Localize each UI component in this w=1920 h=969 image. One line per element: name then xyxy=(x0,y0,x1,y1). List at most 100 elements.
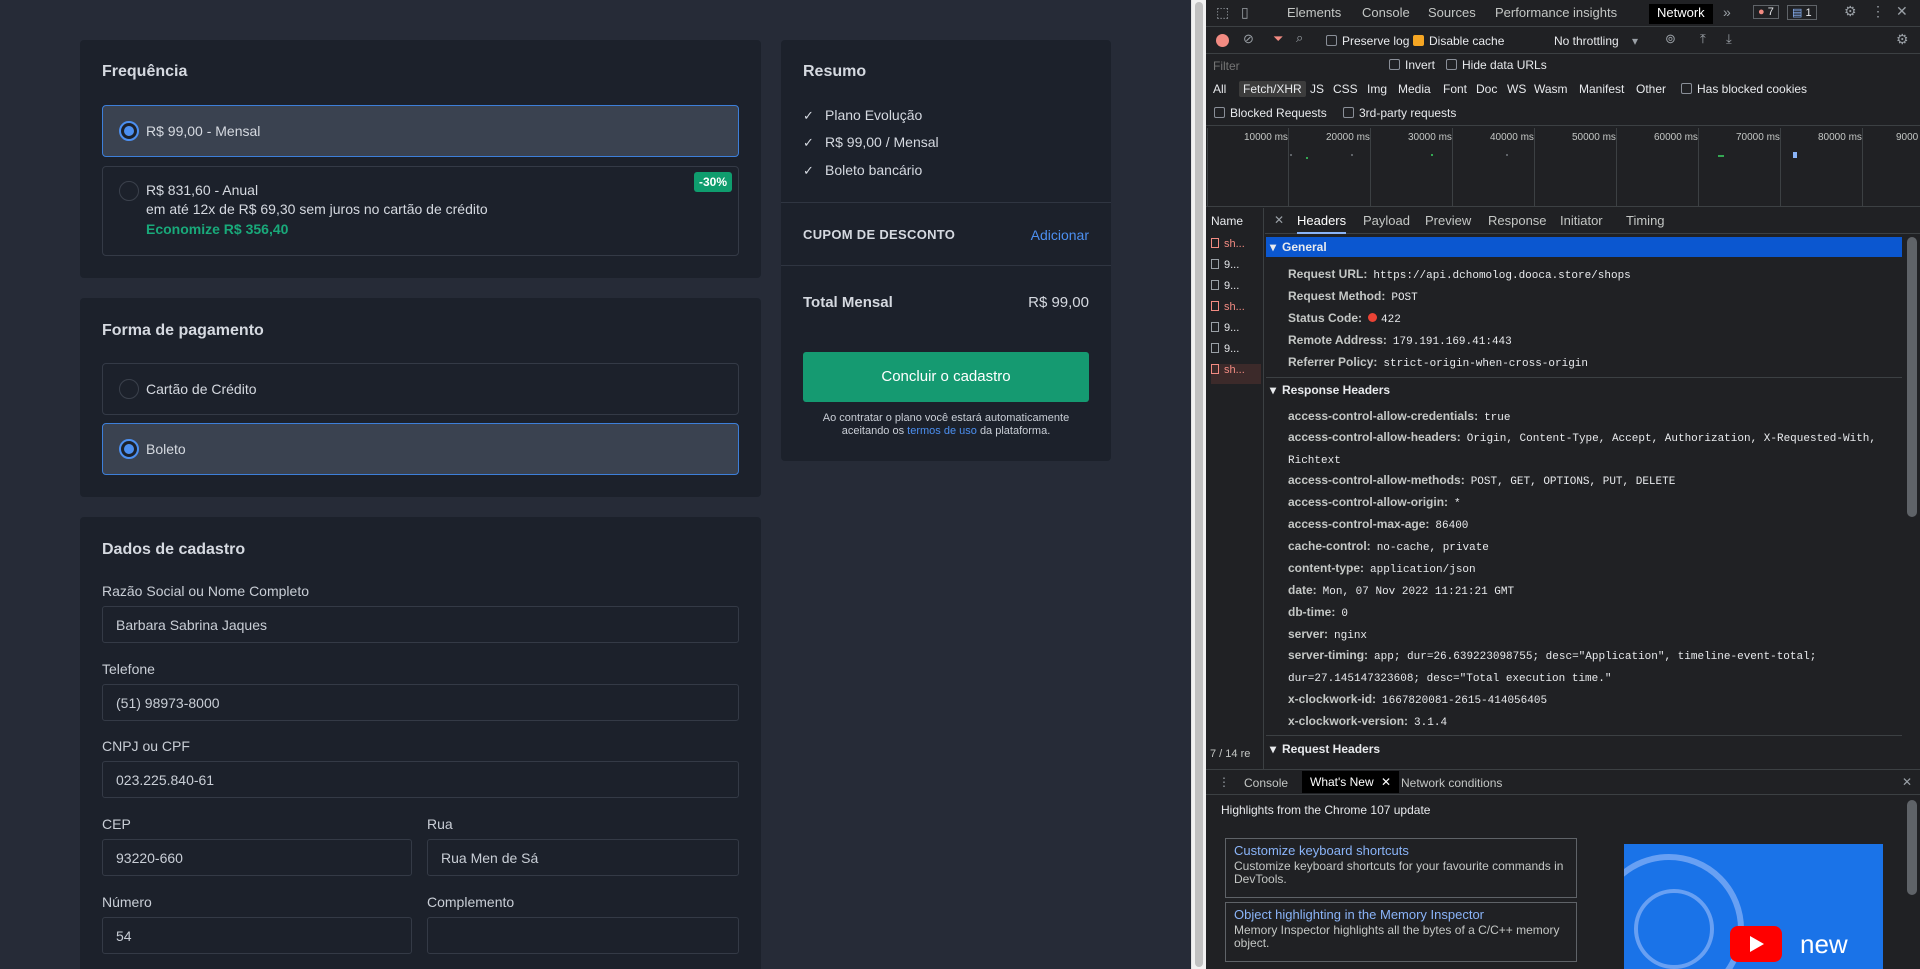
export-har-icon[interactable]: ⤓ xyxy=(1726,31,1732,47)
drawer-scrollbar[interactable] xyxy=(1907,800,1917,895)
type-media[interactable]: Media xyxy=(1398,82,1431,96)
close-drawer-icon[interactable]: ✕ xyxy=(1902,775,1912,789)
throttling-select[interactable]: No throttling ▾ xyxy=(1554,34,1638,48)
record-button[interactable] xyxy=(1216,34,1229,47)
tab-preview[interactable]: Preview xyxy=(1425,213,1471,228)
coupon-add-link[interactable]: Adicionar xyxy=(1031,227,1089,243)
request-headers-section-header[interactable]: Request Headers xyxy=(1266,739,1902,759)
youtube-play-icon[interactable] xyxy=(1730,926,1782,962)
whats-new-card-title[interactable]: Object highlighting in the Memory Inspec… xyxy=(1234,907,1568,922)
invert-checkbox[interactable]: Invert xyxy=(1389,58,1435,72)
monthly-plan-option[interactable]: R$ 99,00 - Mensal xyxy=(102,105,739,157)
boleto-radio[interactable] xyxy=(119,439,139,459)
page-scrollbar[interactable] xyxy=(1191,0,1206,969)
more-options-icon[interactable]: ⋮ xyxy=(1871,3,1885,20)
blocked-requests-checkbox[interactable]: Blocked Requests xyxy=(1214,106,1327,120)
annual-plan-option[interactable]: R$ 831,60 - Anual em até 12x de R$ 69,30… xyxy=(102,166,739,256)
cep-field[interactable]: 93220-660 xyxy=(102,839,412,876)
phone-field[interactable]: (51) 98973-8000 xyxy=(102,684,739,721)
discount-badge: -30% xyxy=(693,172,732,192)
street-field[interactable]: Rua Men de Sá xyxy=(427,839,739,876)
payment-title: Forma de pagamento xyxy=(102,322,264,339)
tab-timing[interactable]: Timing xyxy=(1626,213,1665,228)
drawer-tab-whats-new[interactable]: What's New ✕ xyxy=(1302,771,1400,793)
type-img[interactable]: Img xyxy=(1367,82,1387,96)
tab-initiator[interactable]: Initiator xyxy=(1560,213,1603,228)
type-ws[interactable]: WS xyxy=(1507,82,1526,96)
devtools-panel: ⬚ ▯ Elements Console Sources Performance… xyxy=(1206,0,1920,969)
whats-new-card[interactable]: Object highlighting in the Memory Inspec… xyxy=(1225,902,1577,962)
monthly-plan-label: R$ 99,00 - Mensal xyxy=(146,123,261,139)
close-devtools-icon[interactable]: ✕ xyxy=(1896,3,1908,20)
check-icon: ✓ xyxy=(803,135,814,150)
type-all[interactable]: All xyxy=(1213,82,1226,96)
annual-installments: em até 12x de R$ 69,30 sem juros no cart… xyxy=(146,201,488,217)
error-count-badge[interactable]: ● 7 xyxy=(1753,5,1779,19)
message-count-badge[interactable]: ▤ 1 xyxy=(1787,5,1817,20)
timeline-overview[interactable]: 10000 ms 20000 ms 30000 ms 40000 ms 5000… xyxy=(1206,125,1920,207)
boleto-label: Boleto xyxy=(146,441,186,457)
submit-button[interactable]: Concluir o cadastro xyxy=(803,352,1089,402)
complement-field[interactable] xyxy=(427,917,739,954)
third-party-checkbox[interactable]: 3rd-party requests xyxy=(1343,106,1456,120)
close-detail-icon[interactable]: ✕ xyxy=(1274,213,1284,227)
type-other[interactable]: Other xyxy=(1636,82,1666,96)
search-icon[interactable]: ⌕ xyxy=(1296,30,1303,46)
monthly-radio[interactable] xyxy=(119,121,139,141)
inspect-icon[interactable]: ⬚ xyxy=(1216,4,1229,21)
type-js[interactable]: JS xyxy=(1310,82,1324,96)
name-column-header[interactable]: Name xyxy=(1211,214,1243,228)
tab-headers[interactable]: Headers xyxy=(1297,213,1347,234)
disable-cache-checkbox[interactable]: Disable cache xyxy=(1413,34,1504,48)
type-fetch-xhr[interactable]: Fetch/XHR xyxy=(1239,81,1306,97)
device-toolbar-icon[interactable]: ▯ xyxy=(1241,4,1249,21)
credit-card-radio[interactable] xyxy=(119,379,139,399)
drawer-tab-network-conditions[interactable]: Network conditions xyxy=(1401,776,1502,790)
type-wasm[interactable]: Wasm xyxy=(1534,82,1568,96)
close-tab-icon[interactable]: ✕ xyxy=(1381,775,1391,789)
credit-card-option[interactable]: Cartão de Crédito xyxy=(102,363,739,415)
frequency-card: Frequência R$ 99,00 - Mensal R$ 831,60 -… xyxy=(80,40,761,278)
general-section-header[interactable]: General xyxy=(1266,237,1902,257)
document-field[interactable]: 023.225.840-61 xyxy=(102,761,739,798)
clear-icon[interactable]: ⊘ xyxy=(1243,31,1254,47)
more-tabs-icon[interactable]: » xyxy=(1723,4,1731,20)
headers-panel: General Request URL:https://api.dchomolo… xyxy=(1206,235,1920,765)
network-conditions-icon[interactable]: ⊚ xyxy=(1665,31,1676,47)
hide-data-urls-checkbox[interactable]: Hide data URLs xyxy=(1446,58,1547,72)
tab-console[interactable]: Console xyxy=(1362,4,1410,24)
annual-radio[interactable] xyxy=(119,181,139,201)
headers-scrollbar[interactable] xyxy=(1907,237,1917,517)
name-field[interactable]: Barbara Sabrina Jaques xyxy=(102,606,739,643)
preserve-log-checkbox[interactable]: Preserve log xyxy=(1326,34,1409,48)
import-har-icon[interactable]: ⤒ xyxy=(1700,31,1706,47)
drawer-tab-console[interactable]: Console xyxy=(1244,776,1288,790)
filter-input[interactable] xyxy=(1210,57,1344,75)
tab-elements[interactable]: Elements xyxy=(1287,4,1341,24)
document-label: CNPJ ou CPF xyxy=(102,738,190,754)
type-doc[interactable]: Doc xyxy=(1476,82,1497,96)
devtools-tabbar: ⬚ ▯ Elements Console Sources Performance… xyxy=(1206,0,1920,27)
boleto-option[interactable]: Boleto xyxy=(102,423,739,475)
type-font[interactable]: Font xyxy=(1443,82,1467,96)
tab-network[interactable]: Network xyxy=(1649,4,1713,24)
settings-gear-icon[interactable]: ⚙ xyxy=(1844,3,1857,20)
type-manifest[interactable]: Manifest xyxy=(1579,82,1624,96)
response-headers-section-header[interactable]: Response Headers xyxy=(1266,380,1902,400)
tab-payload[interactable]: Payload xyxy=(1363,213,1410,228)
whats-new-card[interactable]: Customize keyboard shortcuts Customize k… xyxy=(1225,838,1577,898)
header-row: Referrer Policy: strict-origin-when-cross… xyxy=(1288,355,1589,370)
filter-icon[interactable]: ⏷ xyxy=(1273,31,1283,47)
number-field[interactable]: 54 xyxy=(102,917,412,954)
whats-new-card-title[interactable]: Customize keyboard shortcuts xyxy=(1234,843,1568,858)
whats-new-video-thumbnail[interactable]: new xyxy=(1624,844,1883,969)
network-settings-icon[interactable]: ⚙ xyxy=(1896,31,1909,48)
type-css[interactable]: CSS xyxy=(1333,82,1358,96)
drawer-menu-icon[interactable]: ⋮ xyxy=(1218,775,1230,789)
terms-link[interactable]: termos de uso xyxy=(907,425,977,437)
tab-performance-insights[interactable]: Performance insights xyxy=(1495,4,1617,24)
tab-response[interactable]: Response xyxy=(1488,213,1547,228)
tab-sources[interactable]: Sources xyxy=(1428,4,1476,24)
timeline-tick: 40000 ms xyxy=(1490,132,1534,143)
has-blocked-cookies-checkbox[interactable]: Has blocked cookies xyxy=(1681,82,1807,96)
